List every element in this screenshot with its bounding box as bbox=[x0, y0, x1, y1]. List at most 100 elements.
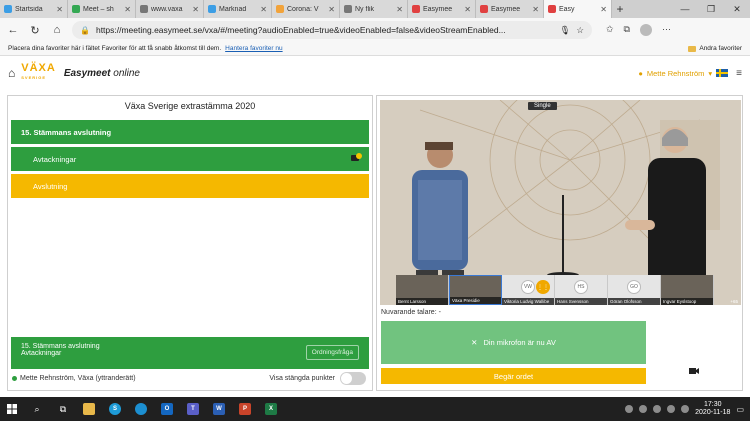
tray-icon[interactable] bbox=[639, 405, 648, 413]
skype-icon[interactable]: S bbox=[102, 397, 128, 421]
agenda-item-closing[interactable]: 15. Stämmans avslutning bbox=[11, 120, 369, 144]
favorites-icon[interactable]: ✩ bbox=[606, 24, 614, 36]
participant-thumbnail[interactable]: HS Hans Svensson bbox=[555, 275, 608, 305]
tab-favicon-icon bbox=[276, 5, 284, 13]
file-explorer-icon[interactable] bbox=[76, 397, 102, 421]
browser-tab[interactable]: Corona: V ✕ bbox=[272, 0, 340, 18]
tab-favicon-icon bbox=[72, 5, 80, 13]
tab-close-icon[interactable]: ✕ bbox=[600, 5, 607, 14]
browser-toolbar-icons: ✩ ⧉ ⋯ bbox=[606, 24, 671, 36]
favorites-prompt: Placera dina favoriter här i fältet Favo… bbox=[8, 45, 222, 52]
participant-name: Ingvar Eyslstoop bbox=[661, 298, 713, 305]
powerpoint-icon[interactable]: P bbox=[232, 397, 258, 421]
tab-close-icon[interactable]: ✕ bbox=[192, 5, 199, 14]
camera-icon[interactable] bbox=[689, 367, 699, 375]
point-of-order-button[interactable]: Ordningsfråga bbox=[305, 345, 359, 360]
edge-icon[interactable] bbox=[128, 397, 154, 421]
refresh-icon[interactable]: ↻ bbox=[28, 24, 42, 37]
extra-participants-count[interactable]: +65 bbox=[730, 299, 738, 304]
vaxa-logo: VÄXA SVERIGE bbox=[21, 62, 56, 81]
tab-close-icon[interactable]: ✕ bbox=[532, 5, 539, 14]
other-favorites[interactable]: Andra favoriter bbox=[688, 45, 742, 52]
profile-avatar[interactable] bbox=[639, 24, 652, 36]
url-text: https://meeting.easymeet.se/vxa/#/meetin… bbox=[95, 25, 506, 35]
tab-label: Marknad bbox=[219, 5, 247, 13]
outlook-icon[interactable]: O bbox=[154, 397, 180, 421]
manage-favorites-link[interactable]: Hantera favoriter nu bbox=[225, 45, 282, 52]
participant-thumbnail[interactable]: VW ⋮⋮ Viktoria Ludvig Wallibe bbox=[502, 275, 555, 305]
task-view-icon[interactable]: ⧉ bbox=[50, 397, 76, 421]
tab-close-icon[interactable]: ✕ bbox=[124, 5, 131, 14]
microphone-icon[interactable]: 🎙 bbox=[560, 25, 571, 36]
tray-icon[interactable] bbox=[667, 405, 676, 413]
new-tab-button[interactable]: + bbox=[612, 0, 628, 18]
view-mode-label[interactable]: Single bbox=[528, 102, 557, 110]
search-icon[interactable]: ⌕ bbox=[24, 397, 50, 421]
participant-thumbnail[interactable]: Växa Presidie bbox=[449, 275, 502, 305]
participant-thumbnail[interactable]: GO Göran Olofsson bbox=[608, 275, 661, 305]
participant-name: Göran Olofsson bbox=[608, 298, 660, 305]
tab-favicon-icon bbox=[344, 5, 352, 13]
minimize-icon[interactable]: — bbox=[672, 0, 698, 18]
participant-name: Bernt Larsson bbox=[396, 298, 448, 305]
show-closed-toggle[interactable] bbox=[340, 372, 366, 385]
star-icon[interactable]: ☆ bbox=[576, 25, 584, 36]
app-home-icon[interactable]: ⌂ bbox=[8, 66, 15, 80]
tab-favicon-icon bbox=[548, 5, 556, 13]
browser-tab[interactable]: Meet – sh ✕ bbox=[68, 0, 136, 18]
hamburger-menu-icon[interactable]: ≡ bbox=[736, 68, 742, 79]
video-stream: Single Bernt Larsson Växa Presidie VW ⋮⋮ Vik… bbox=[380, 100, 741, 305]
browser-tab[interactable]: Marknad ✕ bbox=[204, 0, 272, 18]
close-icon[interactable]: ✕ bbox=[724, 0, 750, 18]
tab-label: www.vaxa bbox=[151, 5, 183, 13]
browser-tab[interactable]: Easymee ✕ bbox=[476, 0, 544, 18]
start-button[interactable] bbox=[0, 397, 24, 421]
grid-view-icon[interactable]: ⋮⋮ bbox=[536, 280, 550, 294]
tab-favicon-icon bbox=[208, 5, 216, 13]
tab-close-icon[interactable]: ✕ bbox=[464, 5, 471, 14]
tray-icon[interactable] bbox=[681, 405, 690, 413]
address-input[interactable]: 🔒 https://meeting.easymeet.se/vxa/#/meet… bbox=[72, 21, 592, 39]
user-menu[interactable]: ● Mette Rehnström ▾ ≡ bbox=[638, 68, 742, 79]
collections-icon[interactable]: ⧉ bbox=[624, 24, 630, 36]
agenda-item-thanks[interactable]: Avtackningar bbox=[11, 147, 369, 171]
agenda-item-ending[interactable]: Avslutning bbox=[11, 174, 369, 198]
participant-thumbnail[interactable]: Ingvar Eyslstoop bbox=[661, 275, 714, 305]
back-icon[interactable]: ← bbox=[6, 24, 20, 36]
browser-tab[interactable]: Ny flik ✕ bbox=[340, 0, 408, 18]
current-speaker: Nuvarande talare: - bbox=[381, 309, 441, 316]
tab-close-icon[interactable]: ✕ bbox=[260, 5, 267, 14]
tray-icon[interactable] bbox=[625, 405, 634, 413]
tab-label: Easymee bbox=[491, 5, 521, 13]
more-icon[interactable]: ⋯ bbox=[662, 24, 671, 36]
tab-label: Meet – sh bbox=[83, 5, 114, 13]
mic-button-label: Din mikrofon är nu AV bbox=[483, 338, 556, 347]
tab-close-icon[interactable]: ✕ bbox=[56, 5, 63, 14]
excel-icon[interactable]: X bbox=[258, 397, 284, 421]
swedish-flag-icon[interactable] bbox=[716, 69, 729, 77]
browser-tab[interactable]: Easy ✕ bbox=[544, 0, 612, 18]
browser-tab[interactable]: www.vaxa ✕ bbox=[136, 0, 204, 18]
request-floor-button[interactable]: Begär ordet bbox=[381, 368, 646, 384]
notification-icon[interactable]: ▭ bbox=[736, 405, 744, 414]
tab-close-icon[interactable]: ✕ bbox=[396, 5, 403, 14]
chevron-down-icon: ▾ bbox=[708, 68, 713, 78]
folder-icon bbox=[688, 45, 697, 52]
tab-close-icon[interactable]: ✕ bbox=[328, 5, 335, 14]
browser-tab[interactable]: Startsida ✕ bbox=[0, 0, 68, 18]
maximize-icon[interactable]: ❐ bbox=[698, 0, 724, 18]
clock[interactable]: 17:30 2020-11-18 bbox=[695, 401, 730, 417]
mic-off-icon: ✕ bbox=[471, 338, 478, 347]
participant-thumbnail[interactable]: Bernt Larsson bbox=[396, 275, 449, 305]
tray-icon[interactable] bbox=[653, 405, 662, 413]
word-icon[interactable]: W bbox=[206, 397, 232, 421]
tab-label: Startsida bbox=[15, 5, 43, 13]
tab-label: Ny flik bbox=[355, 5, 375, 13]
home-icon[interactable]: ⌂ bbox=[50, 24, 64, 36]
participant-name: Hans Svensson bbox=[555, 298, 607, 305]
browser-tab[interactable]: Easymee ✕ bbox=[408, 0, 476, 18]
tab-favicon-icon bbox=[140, 5, 148, 13]
teams-icon[interactable]: T bbox=[180, 397, 206, 421]
microphone-button[interactable]: ✕ Din mikrofon är nu AV bbox=[381, 321, 646, 364]
user-name: Mette Rehnström bbox=[646, 68, 705, 78]
